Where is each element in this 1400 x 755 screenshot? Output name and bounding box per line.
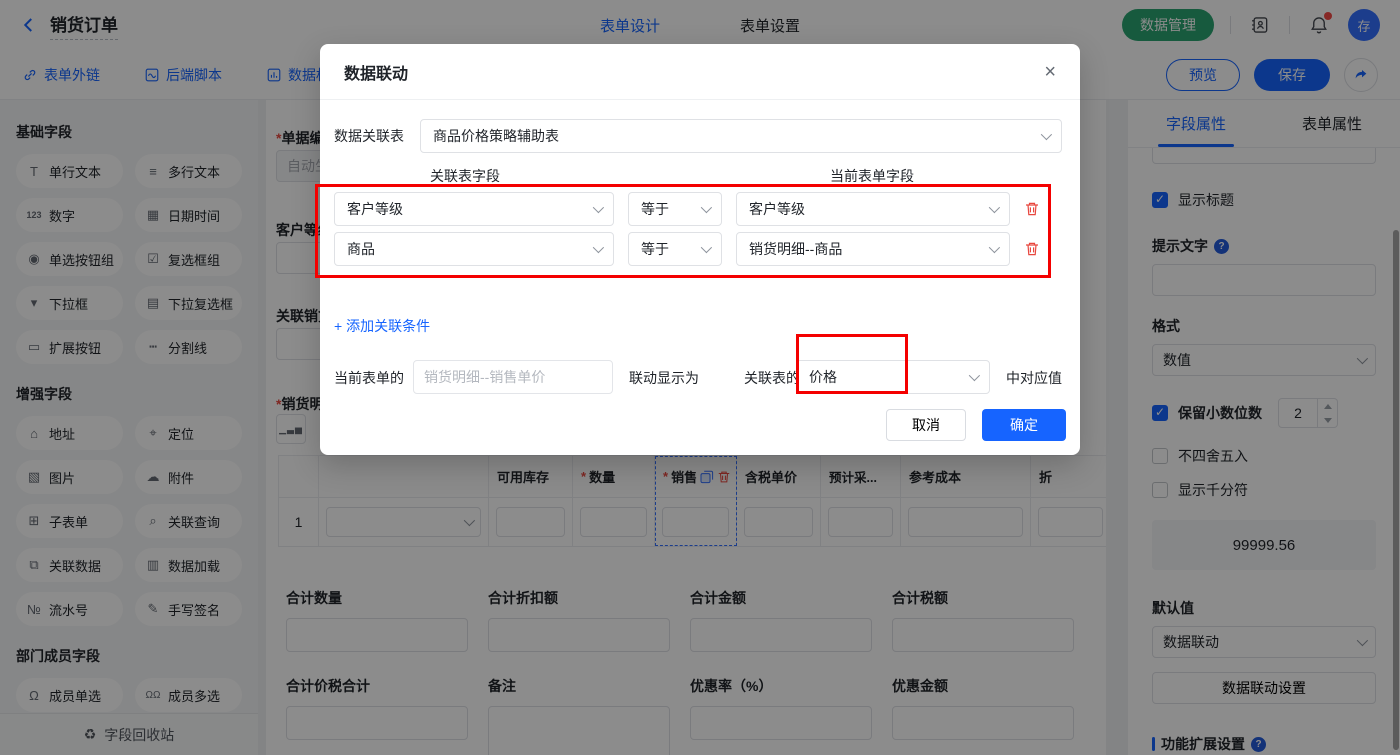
suffix-label: 中对应值 [1006, 370, 1062, 386]
condition-row: 商品 等于 销货明细--商品 [334, 232, 1040, 266]
chevron-down-icon [700, 201, 713, 214]
form-designer-app: 销货订单 表单设计 表单设置 数据管理 存 表单外链 后端脚本 数据权限 预览 … [0, 0, 1400, 755]
page-scrollbar[interactable] [1393, 230, 1399, 750]
chevron-down-icon [592, 241, 605, 254]
close-icon[interactable]: × [1044, 62, 1056, 82]
display-as-label: 联动显示为 [629, 370, 699, 386]
related-field-select[interactable]: 价格 [796, 360, 990, 394]
cancel-button[interactable]: 取消 [886, 409, 966, 441]
modal-title: 数据联动 [344, 65, 409, 83]
condition-row: 客户等级 等于 客户等级 [334, 192, 1040, 226]
modal-footer: 取消 确定 [886, 409, 1066, 441]
chevron-down-icon [700, 241, 713, 254]
operator-select[interactable]: 等于 [628, 192, 722, 226]
chevron-down-icon [968, 369, 981, 382]
chevron-down-icon [592, 201, 605, 214]
current-form-label: 当前表单的 [334, 370, 404, 386]
right-column-header: 当前表单字段 [830, 168, 914, 184]
chevron-down-icon [988, 201, 1001, 214]
relation-table-row: 数据关联表 商品价格策略辅助表 [320, 119, 1080, 153]
add-condition-link[interactable]: + 添加关联条件 [334, 316, 430, 336]
confirm-button[interactable]: 确定 [982, 409, 1066, 441]
relation-table-value: 商品价格策略辅助表 [433, 128, 559, 144]
linkage-mapping-row: 当前表单的 联动显示为 关联表的 价格 中对应值 [320, 360, 1080, 394]
left-field-select[interactable]: 客户等级 [334, 192, 614, 226]
relation-table-select[interactable]: 商品价格策略辅助表 [420, 119, 1062, 153]
right-field-select[interactable]: 客户等级 [736, 192, 1010, 226]
right-field-select[interactable]: 销货明细--商品 [736, 232, 1010, 266]
chevron-down-icon [988, 241, 1001, 254]
left-column-header: 关联表字段 [430, 168, 500, 184]
related-table-label: 关联表的 [744, 370, 800, 386]
chevron-down-icon [1040, 128, 1053, 141]
left-field-select[interactable]: 商品 [334, 232, 614, 266]
data-linkage-modal: 数据联动 × 数据关联表 商品价格策略辅助表 关联表字段 当前表单字段 客户等级… [320, 44, 1080, 455]
relation-table-label: 数据关联表 [334, 128, 404, 144]
delete-condition-icon[interactable] [1024, 201, 1040, 217]
modal-header: 数据联动 × [320, 44, 1080, 100]
current-field-input[interactable] [413, 360, 613, 394]
operator-select[interactable]: 等于 [628, 232, 722, 266]
delete-condition-icon[interactable] [1024, 241, 1040, 257]
